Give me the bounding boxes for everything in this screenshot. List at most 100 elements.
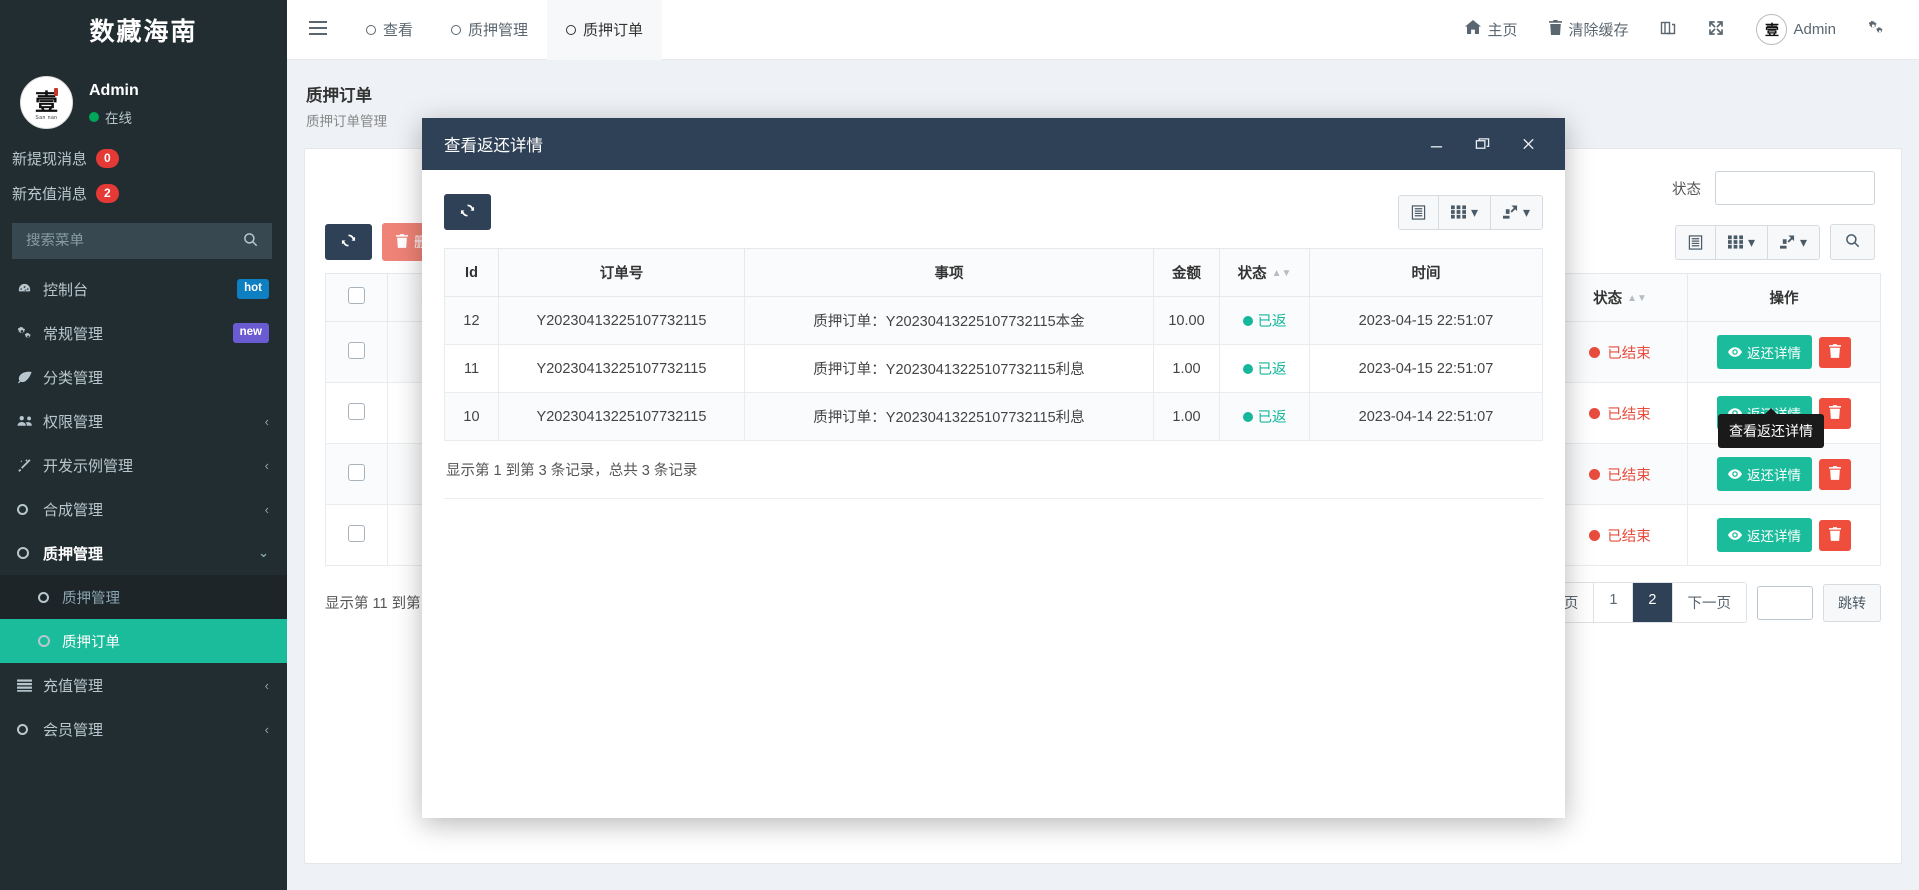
maximize-icon[interactable] [1461, 124, 1503, 164]
modal-row-item: 质押订单：Y20230413225107732115利息 [744, 392, 1154, 441]
table-row[interactable]: 11 Y20230413225107732115 质押订单：Y202304132… [444, 344, 1543, 393]
avatar-seal-sub: San nan [35, 115, 58, 121]
row-delete-button[interactable] [1819, 336, 1851, 368]
tab-view[interactable]: 查看 [347, 0, 432, 60]
row-checkbox[interactable] [348, 463, 365, 481]
sidebar-item-dashboard[interactable]: 控制台 hot [0, 267, 287, 311]
view-return-detail-button[interactable]: 返还详情 [1717, 518, 1812, 552]
sidebar-menu: 控制台 hot 常规管理 new 分类管理 权限管理 ‹ 开发示例管理 ‹ 合成… [0, 267, 287, 751]
sidebar-item-devdemo[interactable]: 开发示例管理 ‹ [0, 443, 287, 487]
circle-icon [451, 24, 462, 35]
view-return-detail-button[interactable]: 返还详情 [1717, 457, 1812, 491]
user-menu[interactable]: 壹 Admin [1740, 0, 1852, 60]
sidebar-item-permission[interactable]: 权限管理 ‹ [0, 399, 287, 443]
view-return-detail-label: 返还详情 [1747, 346, 1801, 361]
sidebar-item-pledge[interactable]: 质押管理 ⌄ [0, 531, 287, 575]
page-1[interactable]: 1 [1594, 583, 1634, 622]
select-all-checkbox[interactable] [348, 287, 365, 304]
settings-button[interactable] [1852, 0, 1901, 60]
search-icon[interactable] [243, 232, 272, 251]
page-jump-input[interactable] [1757, 585, 1813, 620]
search-button[interactable] [1830, 224, 1875, 260]
export-dropdown[interactable]: ▾ [1767, 225, 1819, 259]
sidebar-item-general[interactable]: 常规管理 new [0, 311, 287, 355]
list-icon [17, 678, 43, 692]
sidebar-item-category[interactable]: 分类管理 [0, 355, 287, 399]
view-return-detail-button[interactable]: 返还详情 [1717, 335, 1812, 369]
sidebar: 数藏海南 壹 San nan Admin 在线 新提现消息 0 新充值消息 2 [0, 0, 287, 890]
columns-dropdown[interactable]: ▾ [1438, 195, 1491, 229]
pagination: 页 1 2 下一页 跳转 [1547, 582, 1881, 623]
modal-table-body: 12 Y20230413225107732115 质押订单：Y202304132… [444, 296, 1543, 441]
modal-row-status-label: 已返 [1257, 410, 1287, 426]
sidebar-item-recharge-label: 充值管理 [43, 677, 104, 695]
caret-down-icon: ▾ [1470, 203, 1478, 220]
export-dropdown[interactable]: ▾ [1490, 195, 1542, 229]
clear-cache-button[interactable]: 清除缓存 [1533, 0, 1644, 60]
clear-cache-label: 清除缓存 [1568, 22, 1629, 39]
row-delete-button[interactable] [1819, 519, 1851, 551]
fullscreen-button[interactable] [1692, 0, 1740, 60]
modal-toolbar: ▾ ▾ [444, 194, 1543, 248]
sort-icon[interactable]: ▲▼ [1627, 294, 1647, 304]
hamburger-icon[interactable] [287, 19, 347, 40]
modal-col-amount[interactable]: 金额 [1153, 248, 1220, 297]
page-jump-button[interactable]: 跳转 [1823, 583, 1881, 622]
sort-icon[interactable]: ▲▼ [1272, 269, 1292, 279]
sidebar-subitem-pledge-order[interactable]: 质押订单 [0, 619, 287, 663]
sidebar-item-devdemo-label: 开发示例管理 [43, 457, 134, 475]
modal-record-summary: 显示第 1 到第 3 条记录，总共 3 条记录 [444, 441, 1543, 499]
select-all-header [325, 273, 388, 322]
modal-col-item[interactable]: 事项 [744, 248, 1154, 297]
sidebar-item-recharge[interactable]: 充值管理 ‹ [0, 663, 287, 707]
tab-pledge-manage[interactable]: 质押管理 [432, 0, 547, 60]
row-delete-button[interactable] [1819, 458, 1851, 490]
status-dot-icon [1589, 346, 1601, 358]
status-dot-icon [1589, 468, 1601, 480]
sidebar-item-member[interactable]: 会员管理 ‹ [0, 707, 287, 751]
close-icon[interactable] [1507, 124, 1549, 164]
page-2[interactable]: 2 [1633, 583, 1673, 622]
minimize-icon[interactable] [1415, 124, 1457, 164]
home-button[interactable]: 主页 [1449, 0, 1533, 60]
trash-icon [1549, 20, 1563, 39]
chevron-down-icon: ⌄ [258, 545, 269, 560]
refresh-button[interactable] [325, 224, 372, 260]
chevron-left-icon: ‹ [264, 501, 269, 517]
table-row[interactable]: 12 Y20230413225107732115 质押订单：Y202304132… [444, 296, 1543, 345]
modal-row-amount: 10.00 [1153, 296, 1220, 345]
row-checkbox[interactable] [348, 341, 365, 359]
status-dot-icon [1589, 529, 1601, 541]
modal-row-order-no: Y20230413225107732115 [498, 392, 745, 441]
page-next[interactable]: 下一页 [1672, 583, 1746, 622]
modal-col-status[interactable]: 状态 ▲▼ [1219, 248, 1310, 297]
row-actions: 返还详情 [1687, 443, 1881, 505]
sidebar-item-dashboard-label: 控制台 [43, 281, 89, 299]
sidebar-search[interactable] [12, 223, 272, 259]
modal-col-order-no[interactable]: 订单号 [498, 248, 745, 297]
modal-col-id[interactable]: Id [444, 248, 499, 297]
list-view-icon[interactable] [1398, 195, 1439, 229]
sidebar-item-pledge-label: 质押管理 [43, 545, 104, 563]
list-view-icon[interactable] [1675, 225, 1716, 259]
row-select-cell [325, 443, 388, 505]
modal-refresh-button[interactable] [444, 194, 491, 230]
sidebar-message-withdraw[interactable]: 新提现消息 0 [0, 141, 287, 176]
filter-status-select[interactable] [1715, 171, 1875, 205]
columns-dropdown[interactable]: ▾ [1715, 225, 1768, 259]
table-row[interactable]: 10 Y20230413225107732115 质押订单：Y202304132… [444, 392, 1543, 441]
circle-icon [366, 24, 376, 35]
sidebar-message-recharge[interactable]: 新充值消息 2 [0, 176, 287, 211]
tab-pledge-order[interactable]: 质押订单 [547, 0, 663, 60]
row-checkbox[interactable] [348, 524, 365, 542]
circle-icon [17, 723, 43, 735]
sidebar-subitem-pledge-manage[interactable]: 质押管理 [0, 575, 287, 619]
row-checkbox[interactable] [348, 402, 365, 420]
filter-status-label: 状态 [1672, 181, 1701, 198]
modal-col-time[interactable]: 时间 [1309, 248, 1543, 297]
switch-theme-button[interactable] [1644, 0, 1692, 60]
col-status[interactable]: 状态 ▲▼ [1552, 273, 1688, 322]
search-input[interactable] [12, 233, 243, 249]
app-root: 数藏海南 壹 San nan Admin 在线 新提现消息 0 新充值消息 2 [0, 0, 1919, 890]
sidebar-item-synth[interactable]: 合成管理 ‹ [0, 487, 287, 531]
